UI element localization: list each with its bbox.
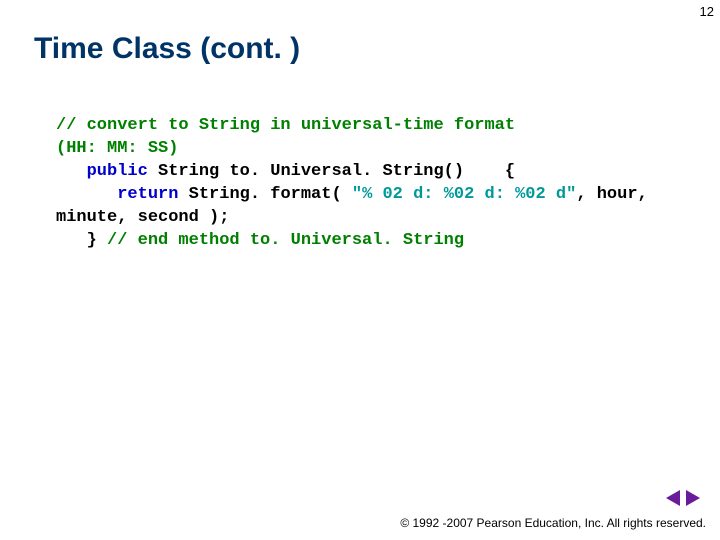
code-text: String to. Universal. String() { <box>148 162 515 181</box>
comment-text: // end method to. Universal. String <box>107 231 464 250</box>
keyword: return <box>117 185 178 204</box>
code-indent <box>56 185 117 204</box>
code-text: } <box>56 231 107 250</box>
slide-title: Time Class (cont. ) <box>34 32 300 66</box>
prev-arrow-icon[interactable] <box>666 490 680 506</box>
string-literal: "% 02 d: %02 d: %02 d" <box>352 185 576 204</box>
code-line-4: return String. format( "% 02 d: %02 d: %… <box>56 184 680 207</box>
next-arrow-icon[interactable] <box>686 490 700 506</box>
code-text: String. format( <box>178 185 351 204</box>
code-line-3: public String to. Universal. String() { <box>56 161 680 184</box>
keyword: public <box>87 162 148 181</box>
comment-text: // convert to String in universal-time f… <box>56 116 515 135</box>
comment-text: (HH: MM: SS) <box>56 139 178 158</box>
code-line-1: // convert to String in universal-time f… <box>56 115 680 138</box>
nav-arrows <box>666 490 700 506</box>
code-text: , hour, <box>576 185 647 204</box>
code-block: // convert to String in universal-time f… <box>56 115 680 253</box>
copyright-footer: © 1992 -2007 Pearson Education, Inc. All… <box>400 516 706 530</box>
slide: 12 Time Class (cont. ) // convert to Str… <box>0 0 720 540</box>
code-line-5: minute, second ); <box>56 207 680 230</box>
page-number: 12 <box>700 4 714 19</box>
code-line-6: } // end method to. Universal. String <box>56 230 680 253</box>
code-line-2: (HH: MM: SS) <box>56 138 680 161</box>
